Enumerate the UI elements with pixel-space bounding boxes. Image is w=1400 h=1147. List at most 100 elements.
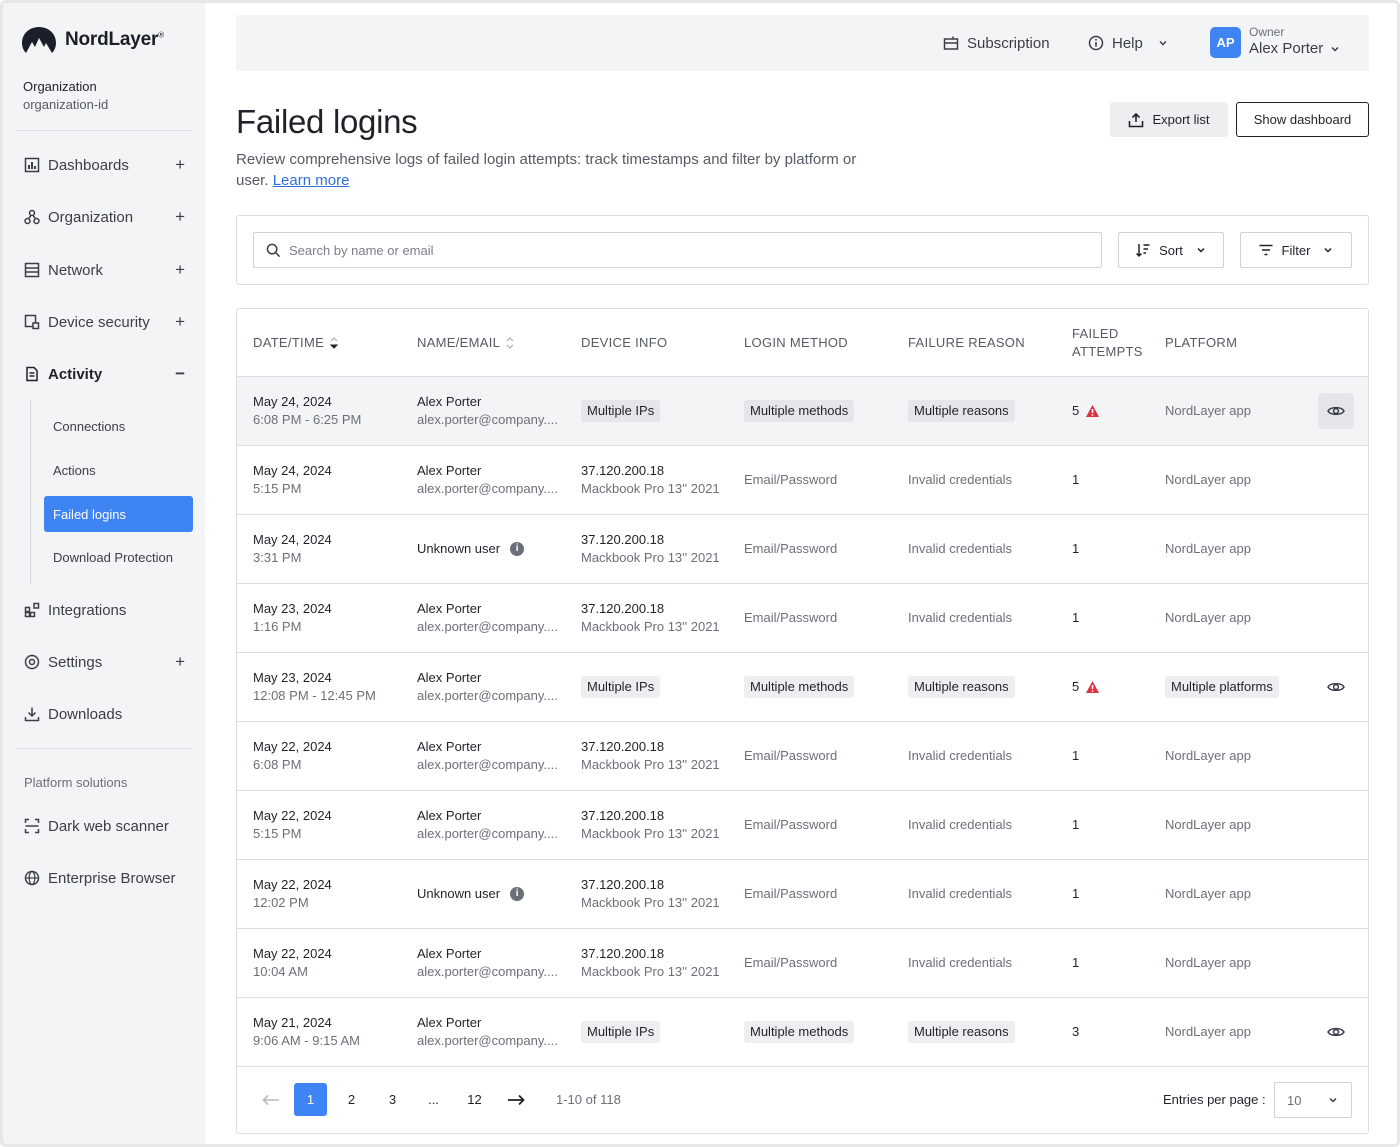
name-cell: Alex Porter alex.porter@company....	[417, 584, 557, 652]
learn-more-link[interactable]: Learn more	[273, 172, 350, 189]
sidebar-item-device-security[interactable]: Device security +	[23, 307, 189, 337]
login-date: May 22, 2024	[253, 877, 332, 892]
table-row[interactable]: May 24, 2024 6:08 PM - 6:25 PM Alex Port…	[237, 377, 1368, 446]
eye-icon	[1327, 1027, 1345, 1037]
sidebar-item-enterprise-browser[interactable]: Enterprise Browser	[23, 863, 189, 893]
filter-button[interactable]: Filter	[1240, 232, 1352, 268]
reason-cell: Invalid credentials	[908, 722, 1012, 790]
sidebar-item-dashboards[interactable]: Dashboards +	[23, 150, 189, 180]
device-model: Mackbook Pro 13'' 2021	[581, 757, 720, 772]
filter-icon	[1259, 244, 1273, 256]
table-row[interactable]: May 24, 2024 5:15 PM Alex Porter alex.po…	[237, 446, 1368, 515]
attempts-cell: 1	[1072, 584, 1079, 652]
failed-attempts-count: 5	[1072, 403, 1080, 418]
search-input[interactable]	[289, 242, 1069, 258]
sidebar-item-activity[interactable]: Activity −	[23, 359, 189, 389]
table-row[interactable]: May 22, 2024 10:04 AM Alex Porter alex.p…	[237, 929, 1368, 998]
platform-name: NordLayer app	[1165, 1024, 1251, 1039]
sidebar-item-organization[interactable]: Organization +	[23, 202, 189, 232]
sidebar-subitem-download-protection[interactable]: Download Protection	[44, 539, 193, 575]
sidebar-subitem-connections[interactable]: Connections	[44, 408, 193, 444]
view-details-button[interactable]	[1318, 1014, 1354, 1050]
warning-icon	[1086, 681, 1100, 693]
table-row[interactable]: May 22, 2024 12:02 PM Unknown user i 37.…	[237, 860, 1368, 929]
sidebar-item-settings[interactable]: Settings +	[23, 647, 189, 677]
datetime-cell: May 22, 2024 5:15 PM	[253, 791, 332, 859]
device-cell: 37.120.200.18 Mackbook Pro 13'' 2021	[581, 860, 720, 928]
sidebar-item-dark-web-scanner[interactable]: Dark web scanner	[23, 811, 189, 841]
sidebar-subitem-actions[interactable]: Actions	[44, 452, 193, 488]
platform-cell: NordLayer app	[1165, 929, 1251, 997]
table-row[interactable]: May 21, 2024 9:06 AM - 9:15 AM Alex Port…	[237, 998, 1368, 1067]
column-header-datetime[interactable]: DATE/TIME	[253, 309, 339, 377]
sidebar-item-network[interactable]: Network +	[23, 255, 189, 285]
reason-cell: Multiple reasons	[908, 377, 1015, 445]
next-page-button[interactable]	[499, 1083, 532, 1116]
datetime-cell: May 22, 2024 6:08 PM	[253, 722, 332, 790]
sidebar-item-label: Downloads	[48, 705, 123, 723]
table-row[interactable]: May 23, 2024 12:08 PM - 12:45 PM Alex Po…	[237, 653, 1368, 722]
failed-attempts-count: 1	[1072, 472, 1080, 487]
user-email: alex.porter@company....	[417, 619, 557, 634]
help-menu[interactable]: Help	[1088, 15, 1169, 71]
device-cell: 37.120.200.18 Mackbook Pro 13'' 2021	[581, 584, 720, 652]
user-menu[interactable]: Alex Porter	[1249, 40, 1341, 57]
failure-reason: Invalid credentials	[908, 472, 1013, 487]
platform-name: NordLayer app	[1165, 541, 1251, 556]
expand-icon[interactable]: +	[175, 207, 185, 227]
sidebar-item-integrations[interactable]: Integrations	[23, 595, 189, 625]
export-list-button[interactable]: Export list	[1110, 102, 1228, 137]
table-row[interactable]: May 24, 2024 3:31 PM Unknown user i 37.1…	[237, 515, 1368, 584]
info-icon[interactable]: i	[510, 887, 525, 901]
device-model: Mackbook Pro 13'' 2021	[581, 895, 720, 910]
user-role: Owner	[1249, 25, 1285, 39]
platform-cell: NordLayer app	[1165, 515, 1251, 583]
method-cell: Email/Password	[744, 929, 837, 997]
entries-per-page-select[interactable]: 10	[1274, 1082, 1352, 1118]
page-button-1[interactable]: 1	[294, 1083, 327, 1116]
method-cell: Email/Password	[744, 722, 837, 790]
collapse-icon[interactable]: −	[175, 364, 185, 384]
view-details-button[interactable]	[1318, 393, 1354, 429]
table-row[interactable]: May 23, 2024 1:16 PM Alex Porter alex.po…	[237, 584, 1368, 653]
device-ip: 37.120.200.18	[581, 601, 665, 616]
expand-icon[interactable]: +	[175, 260, 185, 280]
failed-attempts-count: 1	[1072, 610, 1080, 625]
avatar[interactable]: AP	[1210, 27, 1241, 58]
page-button-3[interactable]: 3	[376, 1083, 409, 1116]
sort-button[interactable]: Sort	[1118, 232, 1224, 268]
sidebar-item-downloads[interactable]: Downloads	[23, 699, 189, 729]
sort-icon	[506, 337, 514, 349]
name-cell: Alex Porter alex.porter@company....	[417, 377, 557, 445]
expand-icon[interactable]: +	[175, 155, 185, 175]
column-header-platform: PLATFORM	[1165, 335, 1238, 350]
info-icon[interactable]: i	[510, 542, 525, 556]
expand-icon[interactable]: +	[175, 312, 185, 332]
filter-bar: Sort Filter	[236, 215, 1369, 285]
user-email: alex.porter@company....	[417, 757, 557, 772]
user-email: alex.porter@company....	[417, 964, 557, 979]
user-email: alex.porter@company....	[417, 412, 557, 427]
brand-logo[interactable]: NordLayer®	[21, 25, 164, 55]
search-field[interactable]	[253, 232, 1102, 268]
sidebar-subitem-failed-logins[interactable]: Failed logins	[44, 496, 193, 532]
login-time: 10:04 AM	[253, 964, 308, 979]
sort-desc-icon	[330, 337, 339, 349]
page-button-12[interactable]: 12	[458, 1083, 491, 1116]
attempts-cell: 1	[1072, 791, 1079, 859]
brand-mark: ®	[158, 30, 164, 40]
table-row[interactable]: May 22, 2024 6:08 PM Alex Porter alex.po…	[237, 722, 1368, 791]
view-details-button[interactable]	[1318, 669, 1354, 705]
prev-page-button[interactable]	[254, 1083, 287, 1116]
subscription-link[interactable]: Subscription	[943, 15, 1050, 71]
sidebar-item-label: Activity	[48, 365, 103, 383]
organization-label: Organization	[23, 79, 97, 94]
table-row[interactable]: May 22, 2024 5:15 PM Alex Porter alex.po…	[237, 791, 1368, 860]
show-dashboard-button[interactable]: Show dashboard	[1236, 102, 1369, 137]
column-header-name[interactable]: NAME/EMAIL	[417, 309, 514, 377]
platform-name: NordLayer app	[1165, 403, 1251, 418]
expand-icon[interactable]: +	[175, 652, 185, 672]
page-description: Review comprehensive logs of failed logi…	[236, 149, 876, 191]
sort-icon	[1136, 244, 1150, 258]
page-button-2[interactable]: 2	[335, 1083, 368, 1116]
